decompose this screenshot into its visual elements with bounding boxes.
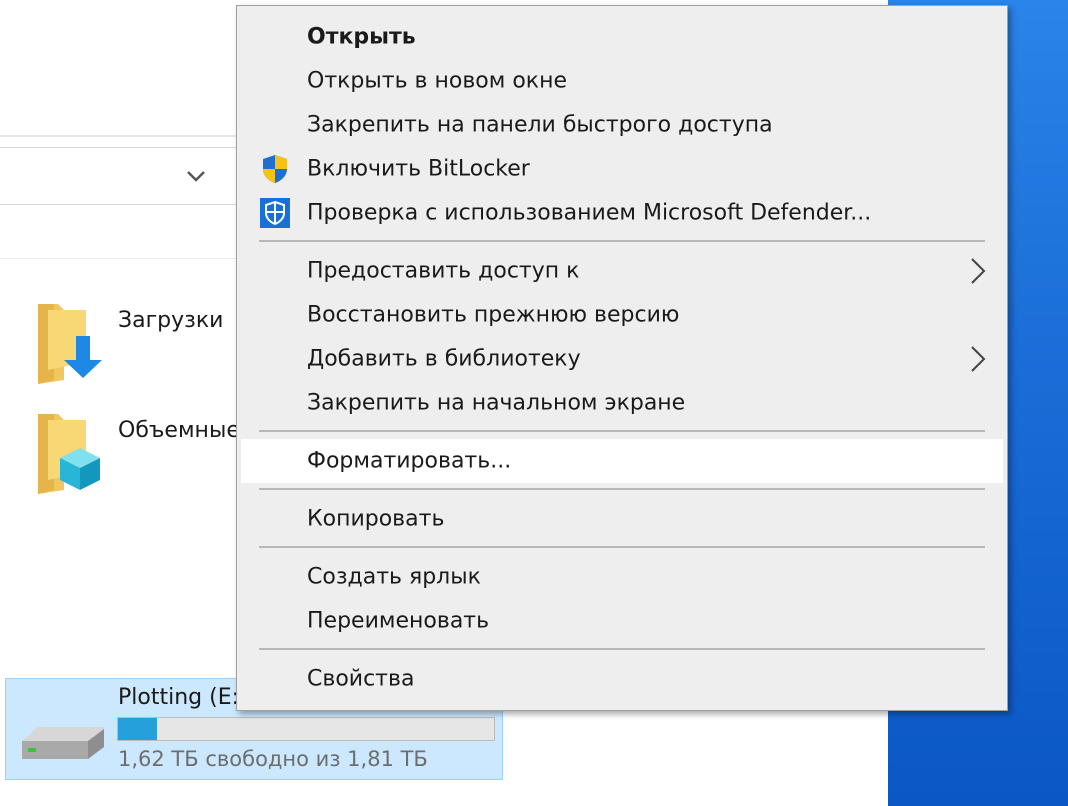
menu-separator — [259, 546, 985, 548]
menu-item-open-new-window[interactable]: Открыть в новом окне — [241, 59, 1003, 103]
menu-item-properties[interactable]: Свойства — [241, 657, 1003, 701]
menu-item-label: Открыть в новом окне — [307, 68, 568, 94]
context-menu: Открыть Открыть в новом окне Закрепить н… — [236, 5, 1008, 711]
menu-item-label: Закрепить на начальном экране — [307, 390, 686, 416]
menu-item-label: Свойства — [307, 666, 415, 692]
hard-drive-icon — [22, 727, 104, 759]
menu-separator — [259, 488, 985, 490]
menu-item-copy[interactable]: Копировать — [241, 497, 1003, 541]
menu-separator — [259, 240, 985, 242]
menu-item-label: Добавить в библиотеку — [307, 346, 581, 372]
defender-icon — [260, 198, 290, 228]
folder-name: Объемные — [118, 418, 240, 443]
menu-item-pin-start[interactable]: Закрепить на начальном экране — [241, 381, 1003, 425]
menu-item-format[interactable]: Форматировать... — [241, 439, 1003, 483]
menu-item-defender-scan[interactable]: Проверка с использованием Microsoft Defe… — [241, 191, 1003, 235]
menu-item-open[interactable]: Открыть — [241, 15, 1003, 59]
menu-item-label: Создать ярлык — [307, 564, 481, 590]
menu-item-label: Включить BitLocker — [307, 156, 530, 182]
menu-separator — [259, 430, 985, 432]
address-history-dropdown-button[interactable] — [172, 148, 220, 204]
drive-name: Plotting (E:) — [118, 685, 248, 710]
3d-objects-folder-icon — [38, 414, 100, 494]
menu-item-enable-bitlocker[interactable]: Включить BitLocker — [241, 147, 1003, 191]
menu-item-label: Проверка с использованием Microsoft Defe… — [307, 200, 872, 226]
menu-item-label: Восстановить прежнюю версию — [307, 302, 680, 328]
menu-item-label: Открыть — [307, 24, 416, 50]
menu-separator — [259, 648, 985, 650]
chevron-right-icon — [971, 258, 986, 284]
drive-usage-fill — [118, 718, 158, 740]
menu-item-give-access[interactable]: Предоставить доступ к — [241, 249, 1003, 293]
chevron-right-icon — [971, 346, 986, 372]
menu-item-label: Переименовать — [307, 608, 490, 634]
drive-usage-bar — [117, 717, 495, 741]
menu-item-label: Предоставить доступ к — [307, 258, 580, 284]
drive-free-space: 1,62 ТБ свободно из 1,81 ТБ — [118, 747, 428, 771]
menu-item-rename[interactable]: Переименовать — [241, 599, 1003, 643]
folder-item-3d-objects[interactable]: Объемные — [14, 410, 244, 510]
menu-item-label: Форматировать... — [307, 448, 512, 474]
folder-name: Загрузки — [118, 308, 224, 333]
folder-item-downloads[interactable]: Загрузки — [14, 300, 244, 400]
menu-item-label: Закрепить на панели быстрого доступа — [307, 112, 773, 138]
menu-item-pin-quick-access[interactable]: Закрепить на панели быстрого доступа — [241, 103, 1003, 147]
address-bar[interactable] — [0, 147, 222, 205]
menu-item-label: Копировать — [307, 506, 445, 532]
menu-item-add-to-library[interactable]: Добавить в библиотеку — [241, 337, 1003, 381]
shield-icon — [263, 155, 287, 183]
downloads-folder-icon — [38, 304, 102, 384]
menu-item-create-shortcut[interactable]: Создать ярлык — [241, 555, 1003, 599]
chevron-down-icon — [187, 171, 205, 182]
menu-item-restore-previous[interactable]: Восстановить прежнюю версию — [241, 293, 1003, 337]
